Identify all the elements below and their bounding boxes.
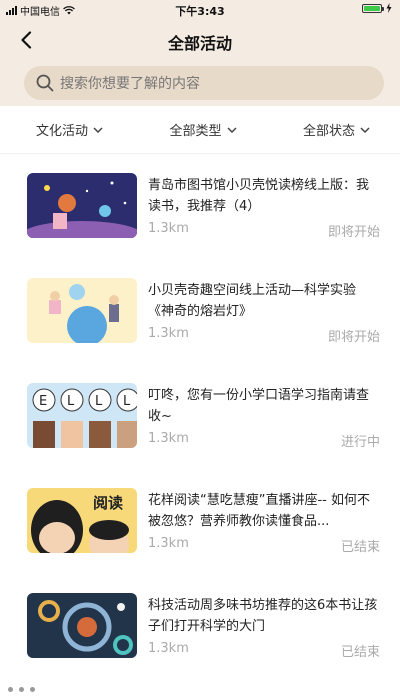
page-title: 全部活动 <box>167 34 232 53</box>
chevron-down-icon <box>360 126 370 133</box>
activity-title: 青岛市图书馆小贝壳悦读榜线上版：我读书，我推荐（4） <box>148 178 370 214</box>
activity-item[interactable]: 小贝壳奇趣空间线上活动—科学实验《神奇的熔岩灯》 1.3km 即将开始 <box>0 260 400 356</box>
activity-thumbnail <box>27 173 137 238</box>
activity-distance: 1.3km <box>148 326 189 341</box>
filter-category[interactable]: 文化活动 <box>36 120 103 139</box>
filter-bar: 文化活动 全部类型 全部状态 <box>0 106 400 154</box>
activity-status: 即将开始 <box>327 330 380 345</box>
svg-text:L: L <box>95 394 103 409</box>
svg-text:L: L <box>67 394 75 409</box>
status-bar: 中国电信 下午3:43 <box>0 0 400 18</box>
activity-title: 科技活动周多味书坊推荐的这6本书让孩子们打开科学的大门 <box>148 598 378 634</box>
activity-item[interactable]: 青岛市图书馆小贝壳悦读榜线上版：我读书，我推荐（4） 1.3km 即将开始 <box>0 155 400 251</box>
activity-thumbnail: E L L L <box>27 383 137 448</box>
activity-title: 小贝壳奇趣空间线上活动—科学实验《神奇的熔岩灯》 <box>148 283 357 319</box>
activity-status: 即将开始 <box>327 225 380 240</box>
chevron-down-icon <box>226 126 237 133</box>
svg-text:E: E <box>39 394 47 409</box>
clock: 下午3:43 <box>175 5 225 18</box>
search-placeholder: 搜索你想要了解的内容 <box>60 76 200 92</box>
activity-status: 已结束 <box>340 645 380 660</box>
search-icon <box>36 74 54 92</box>
activity-status: 进行中 <box>340 435 380 450</box>
more-indicator <box>8 687 35 692</box>
activity-distance: 1.3km <box>148 536 189 551</box>
activity-thumbnail <box>27 593 137 658</box>
activity-title: 花样阅读“慧吃慧瘦”直播讲座-- 如何不被忽悠？营养师教你读懂食品... <box>148 493 370 529</box>
activity-item[interactable]: 科技活动周多味书坊推荐的这6本书让孩子们打开科学的大门 1.3km 已结束 <box>0 575 400 671</box>
activity-distance: 1.3km <box>148 431 189 446</box>
activity-distance: 1.3km <box>148 641 189 656</box>
battery-icon <box>362 3 384 13</box>
filter-status[interactable]: 全部状态 <box>303 120 370 139</box>
activity-item[interactable]: E L L L 叮咚，您有一份小学口语学习指南请查收~ 1.3km 进行中 <box>0 365 400 461</box>
header-area: 中国电信 下午3:43 全部活动 搜索你想要了解的内容 <box>0 0 400 106</box>
thumbnail-caption: 阅读 <box>93 494 124 512</box>
nav-bar: 全部活动 <box>0 18 400 62</box>
activity-thumbnail <box>27 278 137 343</box>
svg-text:L: L <box>123 394 131 409</box>
activity-title: 叮咚，您有一份小学口语学习指南请查收~ <box>148 388 370 424</box>
filter-status-label: 全部状态 <box>302 124 355 139</box>
activity-distance: 1.3km <box>148 221 189 236</box>
filter-category-label: 文化活动 <box>36 124 89 139</box>
filter-type-label: 全部类型 <box>169 124 222 139</box>
search-input[interactable]: 搜索你想要了解的内容 <box>24 66 384 100</box>
charging-icon <box>386 3 392 13</box>
chevron-down-icon <box>93 126 103 133</box>
activity-status: 已结束 <box>340 540 380 555</box>
activity-item[interactable]: 阅读 花样阅读“慧吃慧瘦”直播讲座-- 如何不被忽悠？营养师教你读懂食品... … <box>0 470 400 566</box>
filter-type[interactable]: 全部类型 <box>169 120 237 139</box>
activity-thumbnail: 阅读 <box>27 488 137 553</box>
